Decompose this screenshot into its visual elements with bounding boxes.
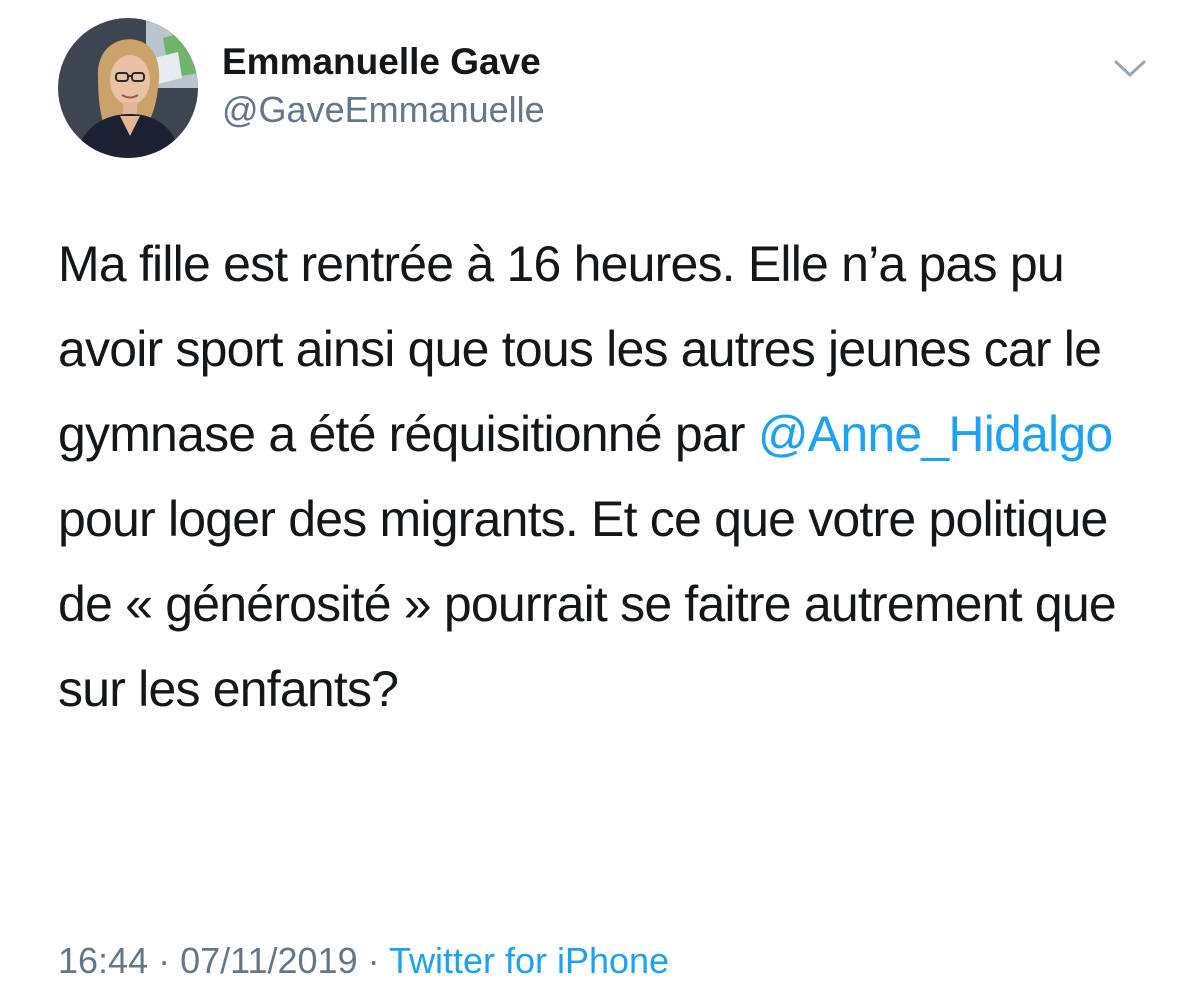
user-handle[interactable]: @GaveEmmanuelle [222, 88, 545, 132]
mention-link[interactable]: @Anne_Hidalgo [758, 406, 1113, 462]
avatar[interactable] [58, 18, 198, 158]
avatar-photo [58, 18, 198, 158]
meta-separator: · [357, 940, 389, 981]
meta-separator: · [148, 940, 181, 981]
tweet-date: 07/11/2019 [180, 940, 358, 981]
tweet-text-part: pour loger des migrants. Et ce que votre… [58, 491, 1117, 717]
tweet-time: 16:44 [58, 940, 149, 981]
tweet-meta: 16:44 · 07/11/2019 · Twitter for iPhone [58, 938, 669, 984]
tweet-source-link[interactable]: Twitter for iPhone [389, 940, 669, 981]
tweet-text: Ma fille est rentrée à 16 heures. Elle n… [58, 222, 1148, 732]
chevron-down-icon[interactable] [1110, 48, 1150, 88]
display-name[interactable]: Emmanuelle Gave [222, 40, 541, 84]
